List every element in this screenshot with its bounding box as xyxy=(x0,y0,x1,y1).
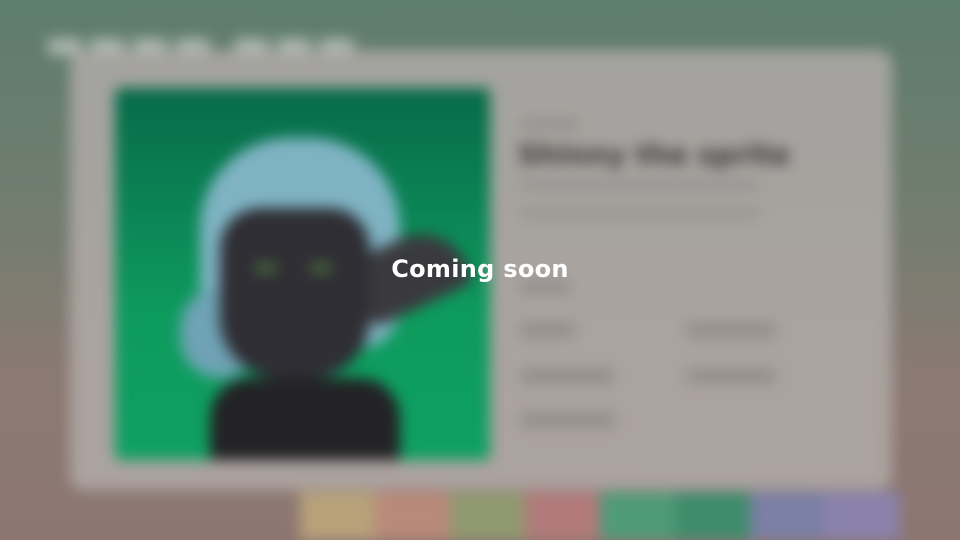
gallery-tile xyxy=(600,492,675,540)
profile-kicker xyxy=(520,120,580,128)
description-line xyxy=(520,208,760,218)
gallery-tile xyxy=(825,492,900,540)
description-line xyxy=(520,180,760,190)
gallery-tile xyxy=(375,492,450,540)
attribute-value xyxy=(520,368,615,384)
gallery-tile xyxy=(525,492,600,540)
gallery-tile xyxy=(675,492,750,540)
attribute-value xyxy=(686,368,776,384)
gallery-strip xyxy=(300,492,900,540)
attribute-value xyxy=(520,412,615,428)
gallery-tile xyxy=(300,492,375,540)
coming-soon-message: Coming soon xyxy=(391,255,569,283)
gallery-tile xyxy=(450,492,525,540)
attribute-value xyxy=(520,322,575,338)
profile-name: Shinny the sprite xyxy=(518,138,791,171)
gallery-tile xyxy=(750,492,825,540)
attribute-value xyxy=(686,322,776,338)
